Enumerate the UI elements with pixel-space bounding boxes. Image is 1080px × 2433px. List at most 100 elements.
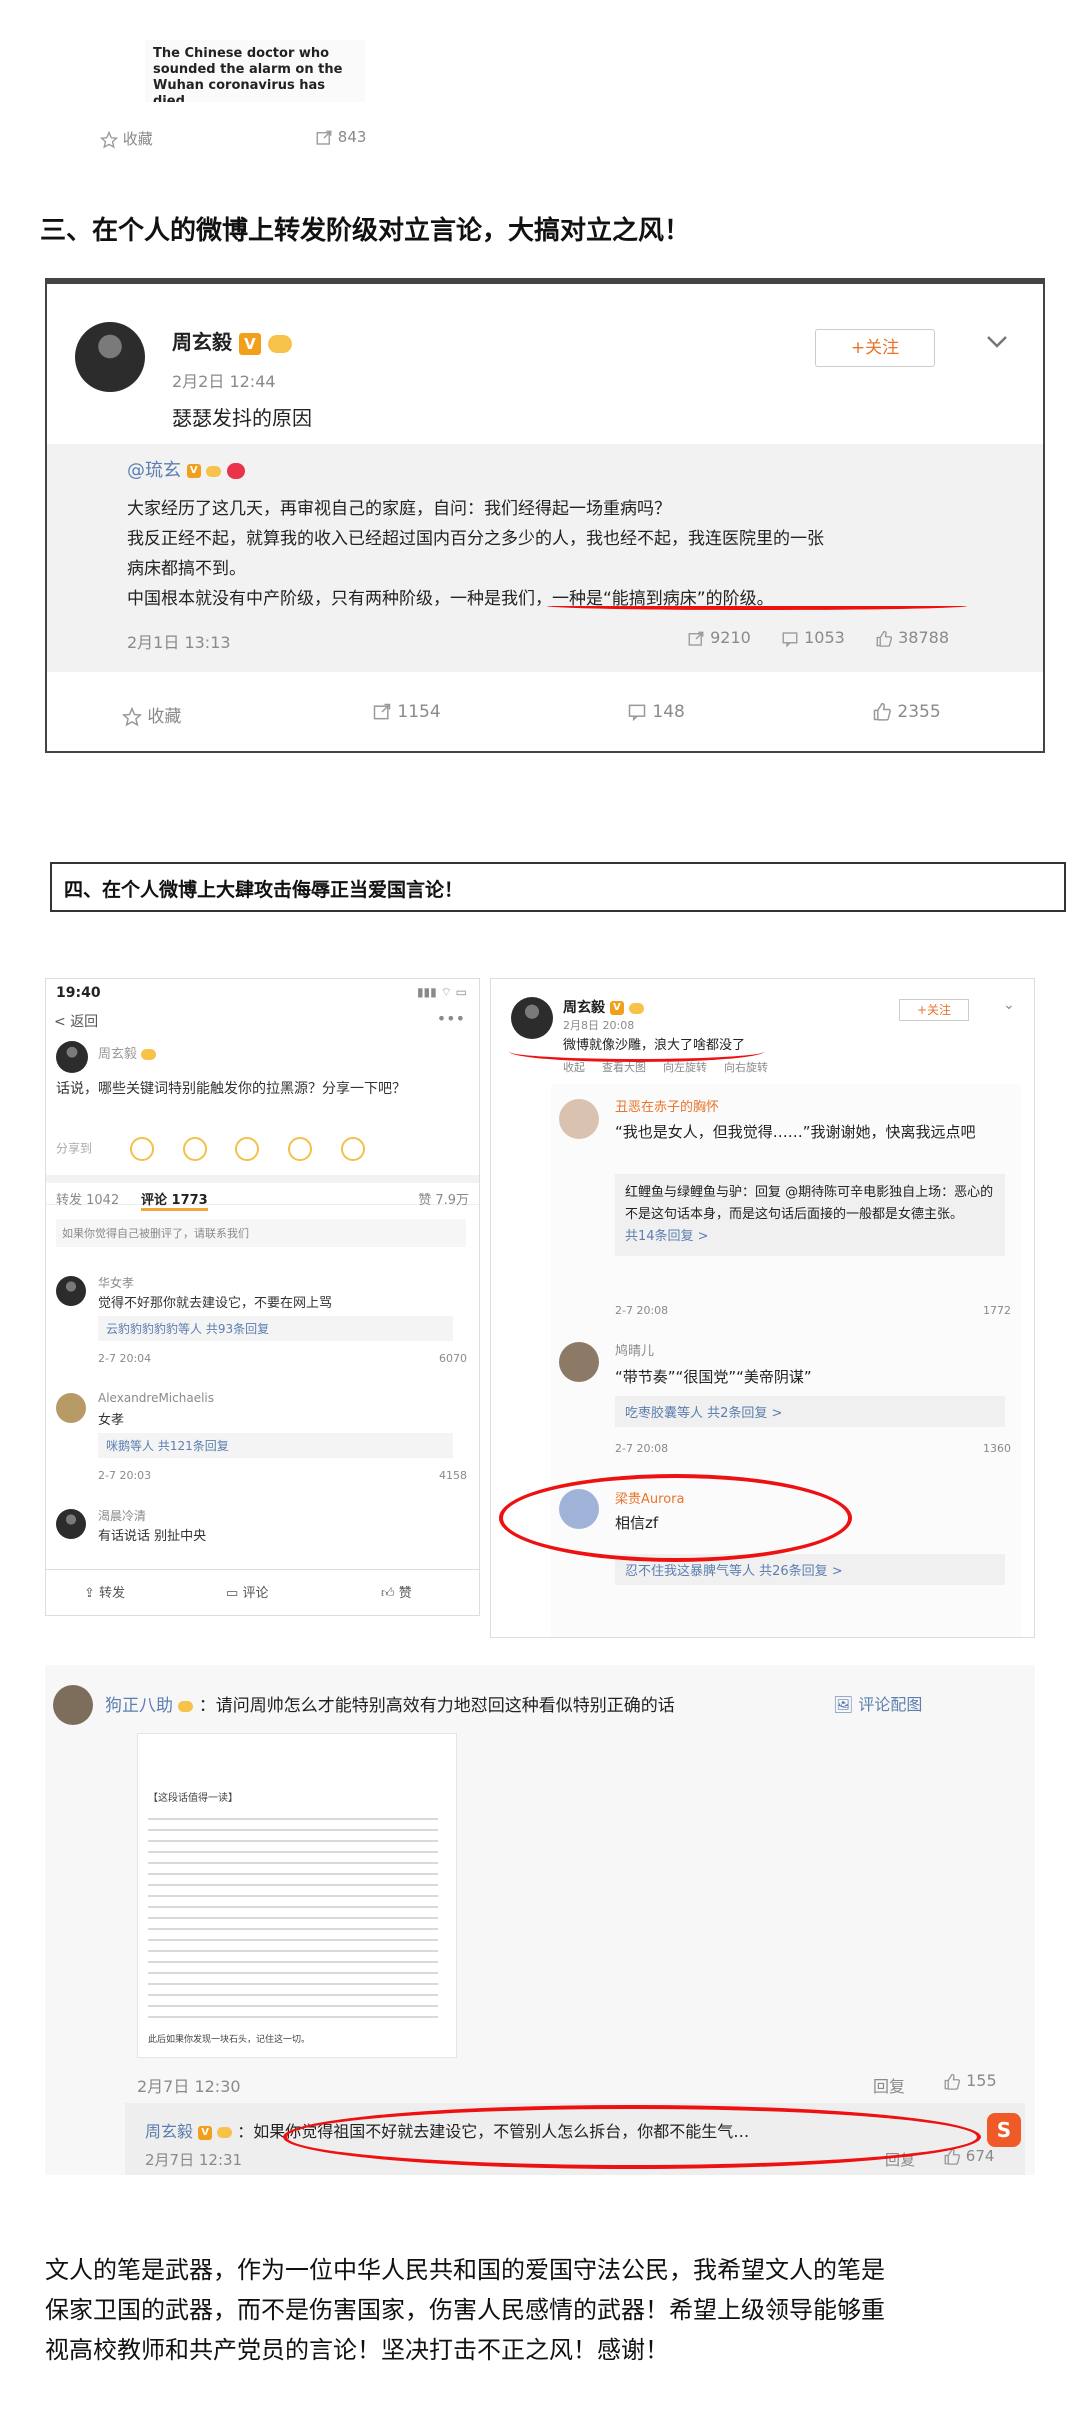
author-avatar[interactable] — [56, 1041, 88, 1073]
commenter-name[interactable]: 渴晨冷清 — [98, 1507, 146, 1524]
reply-button[interactable]: 回复 — [885, 2149, 915, 2170]
comment-notice: 如果你觉得自己被删评了，请联系我们 — [56, 1219, 466, 1247]
author-name[interactable]: 周玄毅 — [172, 330, 232, 354]
comment-count: 148 — [652, 702, 685, 722]
commenter-name[interactable]: 鸠晴儿 — [615, 1340, 654, 1359]
section4-box: 四、在个人微博上大肆攻击侮辱正当爱国言论！ — [50, 862, 1066, 912]
tab-repost[interactable]: 转发 1042 — [56, 1189, 119, 1208]
commenter-avatar[interactable] — [56, 1276, 86, 1306]
quoted-line-1: 大家经历了这几天，再审视自己的家庭，自问：我们经得起一场重病吗？ — [127, 499, 671, 519]
fav-label: 收藏 — [122, 130, 153, 148]
preview-thumbnail[interactable]: The Chinese doctor who sounded the alarm… — [145, 40, 365, 102]
post-time[interactable]: 2月2日 12:44 — [172, 368, 276, 392]
star-icon — [122, 707, 142, 727]
author-line: 周玄毅 V — [563, 997, 644, 1017]
repost-action[interactable]: 843 — [315, 128, 366, 147]
share-moments-icon[interactable] — [129, 1137, 154, 1161]
commenter-name[interactable]: 丑恶在赤子的胸怀 — [615, 1096, 719, 1115]
share-row: 分享到 — [56, 1137, 471, 1161]
more-replies[interactable]: 吃枣胶囊等人 共2条回复 > — [615, 1396, 1005, 1427]
quoted-post[interactable]: @琉玄 V 大家经历了这几天，再审视自己的家庭，自问：我们经得起一场重病吗？ 我… — [47, 444, 1043, 672]
commenter-avatar[interactable] — [56, 1393, 86, 1423]
quoted-stats: 9210 1053 38788 — [687, 628, 949, 648]
share-link-icon[interactable] — [340, 1137, 365, 1161]
status-icons: ▮▮▮ ⌔ ▭ — [416, 985, 467, 999]
closing-line-1: 文人的笔是武器，作为一位中华人民共和国的爱国守法公民，我希望文人的笔是 — [45, 2256, 885, 2284]
fav-action[interactable]: 收藏 — [100, 128, 153, 149]
reply-text: ：如果你觉得祖国不好就去建设它，不管别人怎么拆台，你都不能生气… — [237, 2122, 750, 2141]
comment-quote: 红鲤鱼与绿鲤鱼与驴：回复 @期待陈可辛电影独自上场：恶心的不是这句话本身，而是这… — [615, 1174, 1005, 1256]
like-action[interactable]: 674 — [943, 2147, 994, 2166]
top-card: The Chinese doctor who sounded the alarm… — [95, 40, 475, 170]
author-name[interactable]: 周玄毅 — [98, 1047, 137, 1062]
commenter-name[interactable]: 狗正八助 — [105, 1696, 173, 1716]
verified-badge: V — [198, 2125, 213, 2140]
commenter-avatar[interactable] — [559, 1489, 599, 1529]
rotate-left-action[interactable]: 向左旋转 — [663, 1061, 707, 1074]
comment-time: 2-7 20:04 — [98, 1352, 152, 1365]
commenter-avatar[interactable] — [56, 1509, 86, 1539]
follow-button[interactable]: +关注 — [815, 329, 935, 367]
more-replies[interactable]: 忍不住我这暴脾气等人 共26条回复 > — [615, 1554, 1005, 1585]
comment-image[interactable]: 【这段话值得一读】 此后如果你发现一块石头，记住这一切。 — [137, 1733, 457, 2058]
comment-replies[interactable]: 云豹豹豹豹豹等人 共93条回复 — [98, 1316, 453, 1341]
comments-panel: 丑恶在赤子的胸怀 “我也是女人，但我觉得……”我谢谢她，快离我远点吧 红鲤鱼与绿… — [551, 1084, 1021, 1637]
quoted-like[interactable]: 38788 — [875, 628, 949, 648]
quoted-comment[interactable]: 1053 — [781, 628, 845, 648]
commenter-name[interactable]: AlexandreMichaelis — [98, 1391, 214, 1405]
bottom-comment[interactable]: ▭ 评论 — [226, 1582, 268, 1601]
comment-replies[interactable]: 咪鹅等人 共121条回复 — [98, 1433, 453, 1458]
comment-likes[interactable]: 1360 — [983, 1442, 1011, 1455]
image-title: 【这段话值得一读】 — [148, 1793, 238, 1804]
repost-icon — [688, 631, 704, 646]
share-qq-icon[interactable] — [235, 1137, 260, 1161]
quoted-comment-count: 1053 — [804, 628, 845, 647]
more-replies[interactable]: 共14条回复 > — [625, 1229, 709, 1244]
chevron-down-icon[interactable]: ⌄ — [1003, 997, 1015, 1013]
commenter-name[interactable]: 华女孝 — [98, 1274, 134, 1291]
comment-likes[interactable]: 6070 — [439, 1352, 467, 1365]
reply-button[interactable]: 回复 — [873, 2073, 905, 2097]
rotate-right-action[interactable]: 向右旋转 — [724, 1061, 768, 1074]
commenter-avatar[interactable] — [53, 1685, 93, 1725]
reply-author[interactable]: 周玄毅 — [145, 2122, 193, 2141]
bottom-repost-label: 转发 — [99, 1586, 126, 1601]
nav-back[interactable]: < 返回 — [54, 1011, 98, 1031]
bottom-like[interactable]: 👍︎ 赞 — [381, 1582, 412, 1601]
author-name[interactable]: 周玄毅 — [563, 1000, 605, 1016]
comment-likes[interactable]: 1772 — [983, 1304, 1011, 1317]
quoted-repost[interactable]: 9210 — [687, 628, 751, 648]
commenter-name[interactable]: 梁贵Aurora — [615, 1488, 684, 1507]
bottom-action-bar: ⇪ 转发 ▭ 评论 👍︎ 赞 — [46, 1569, 479, 1615]
post1-repost[interactable]: 1154 — [372, 702, 441, 722]
share-zone-icon[interactable] — [288, 1137, 313, 1161]
quoted-author[interactable]: @琉玄 — [127, 460, 181, 481]
like-action[interactable]: 155 — [943, 2071, 997, 2091]
commenter-avatar[interactable] — [559, 1099, 599, 1139]
post1-like[interactable]: 2355 — [872, 702, 941, 722]
chevron-down-icon[interactable] — [985, 334, 1009, 350]
tab-like[interactable]: 赞 7.9万 — [418, 1189, 469, 1208]
comment-likes[interactable]: 4158 — [439, 1469, 467, 1482]
question-line: 狗正八助 ：请问周帅怎么才能特别高效有力地怼回这种看似特别正确的话 — [105, 1691, 675, 1716]
closing-line-2: 保家卫国的武器，而不是伤害国家，伤害人民感情的武器！希望上级领导能够重 — [45, 2296, 885, 2324]
author-avatar[interactable] — [511, 997, 553, 1039]
bottom-repost[interactable]: ⇪ 转发 — [84, 1582, 125, 1601]
fav-label: 收藏 — [147, 707, 182, 727]
commenter-avatar[interactable] — [559, 1342, 599, 1382]
comment-image-link[interactable]: 🖼︎ 评论配图 — [833, 1691, 922, 1715]
more-icon[interactable]: ••• — [437, 1009, 465, 1028]
repost-count: 843 — [337, 128, 367, 146]
share-wechat-icon[interactable] — [182, 1137, 207, 1161]
collapse-action[interactable]: 收起 — [563, 1061, 585, 1074]
post1-comment[interactable]: 148 — [627, 702, 685, 722]
follow-button[interactable]: +关注 — [899, 999, 969, 1021]
heart-badge-icon — [227, 463, 246, 479]
view-large-action[interactable]: 查看大图 — [602, 1061, 646, 1074]
post1-fav[interactable]: 收藏 — [122, 702, 181, 727]
comment-time: 2-7 20:03 — [98, 1469, 152, 1482]
tab-comment[interactable]: 评论 1773 — [141, 1189, 208, 1211]
author-avatar[interactable] — [75, 322, 145, 392]
back-label: 返回 — [70, 1014, 99, 1030]
question-text: ：请问周帅怎么才能特别高效有力地怼回这种看似特别正确的话 — [198, 1696, 675, 1716]
